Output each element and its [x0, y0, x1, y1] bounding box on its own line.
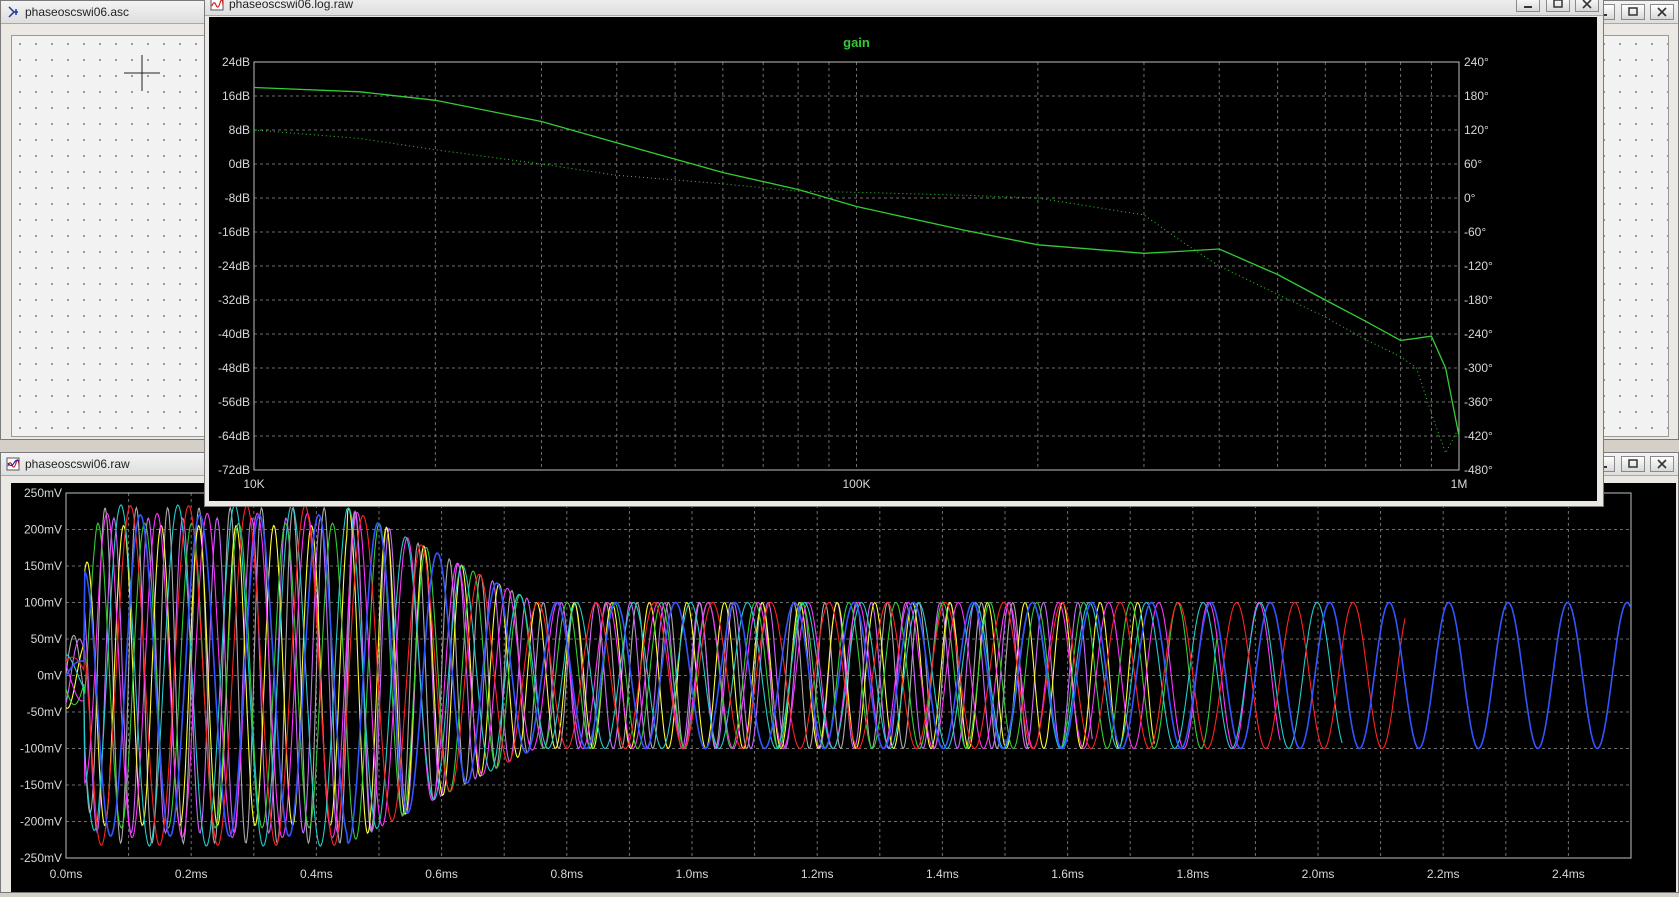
transient-x-tick-label: 0.4ms	[300, 867, 333, 881]
ac-y-left-tick-label: -32dB	[218, 293, 250, 307]
minimize-button[interactable]	[1516, 0, 1541, 12]
waveform-icon	[6, 457, 20, 471]
maximize-icon	[1627, 7, 1638, 16]
transient-y-tick-label: -50mV	[27, 705, 62, 719]
transient-y-tick-label: 200mV	[24, 523, 62, 537]
ac-x-tick-label: 10K	[243, 477, 264, 491]
maximize-button[interactable]	[1620, 456, 1645, 472]
transient-x-tick-label: 0.6ms	[425, 867, 458, 881]
waveform-icon	[210, 0, 224, 11]
ac-y-right-tick-label: 240°	[1464, 55, 1489, 69]
transient-plot[interactable]: 250mV 200mV 150mV 100mV 50mV 0mV -50mV -100mV -1…	[11, 483, 1676, 892]
ac-y-left-tick-label: -16dB	[218, 225, 250, 239]
transient-y-tick-label: -100mV	[20, 742, 62, 756]
transient-y-tick-label: 100mV	[24, 596, 62, 610]
schematic-icon	[8, 6, 18, 18]
transient-traces	[66, 504, 1631, 847]
transient-y-tick-label: -200mV	[20, 815, 62, 829]
close-button[interactable]	[1650, 456, 1674, 472]
ac-y-right-tick-label: -240°	[1464, 327, 1493, 341]
transient-y-tick-label: 150mV	[24, 559, 62, 573]
ac-y-left-tick-label: 0dB	[229, 157, 250, 171]
crosshair-cursor-icon	[124, 55, 160, 91]
ac-y-right-tick-label: 0°	[1464, 191, 1476, 205]
minimize-icon	[1524, 6, 1533, 8]
transient-y-tick-label: 250mV	[24, 486, 62, 500]
ac-plot-area[interactable]: 24dB 16dB 8dB 0dB -8dB -16dB -24dB -32dB -40dB -4…	[209, 17, 1597, 501]
ac-y-left-tick-label: -48dB	[218, 361, 250, 375]
close-icon	[1582, 0, 1592, 9]
ac-title: phaseoscswi06.log.raw	[229, 0, 354, 11]
ac-y-left-tick-label: -72dB	[218, 463, 250, 477]
transient-window[interactable]: phaseoscswi06.raw 250mV 200mV 150mV 100mV 50…	[0, 452, 1679, 893]
transient-x-tick-label: 1.4ms	[926, 867, 959, 881]
maximize-icon	[1552, 0, 1563, 8]
ac-y-left-tick-label: 24dB	[222, 55, 250, 69]
ac-x-tick-label: 1M	[1451, 477, 1468, 491]
ac-y-right-tick-label: -420°	[1464, 429, 1493, 443]
transient-x-tick-label: 1.0ms	[676, 867, 709, 881]
transient-x-tick-label: 0.8ms	[550, 867, 583, 881]
ac-window[interactable]: phaseoscswi06.log.raw 24dB 16dB 8dB 0dB -8dB…	[204, 0, 1604, 507]
transient-x-tick-label: 1.2ms	[801, 867, 834, 881]
ac-y-right-tick-label: -60°	[1464, 225, 1486, 239]
transient-x-tick-label: 2.2ms	[1427, 867, 1460, 881]
ac-y-left-tick-label: -40dB	[218, 327, 250, 341]
ac-titlebar[interactable]: phaseoscswi06.log.raw	[205, 0, 1603, 16]
ac-y-right-tick-label: 180°	[1464, 89, 1489, 103]
transient-title: phaseoscswi06.raw	[25, 457, 130, 471]
transient-x-tick-label: 2.0ms	[1302, 867, 1335, 881]
maximize-icon	[1627, 459, 1638, 468]
transient-y-tick-label: -150mV	[20, 778, 62, 792]
ac-y-right-tick-label: -300°	[1464, 361, 1493, 375]
transient-plot-area[interactable]: 250mV 200mV 150mV 100mV 50mV 0mV -50mV -100mV -1…	[11, 483, 1676, 892]
ac-y-left-tick-label: 16dB	[222, 89, 250, 103]
maximize-button[interactable]	[1620, 4, 1645, 20]
close-icon	[1657, 7, 1667, 17]
transient-y-tick-label: 0mV	[37, 669, 62, 683]
ac-y-left-tick-label: -56dB	[218, 395, 250, 409]
transient-x-tick-label: 1.8ms	[1176, 867, 1209, 881]
transient-x-tick-label: 0.2ms	[175, 867, 208, 881]
ac-y-right-tick-label: -120°	[1464, 259, 1493, 273]
transient-y-tick-label: 50mV	[31, 632, 62, 646]
ac-plot[interactable]: 24dB 16dB 8dB 0dB -8dB -16dB -24dB -32dB -40dB -4…	[209, 17, 1597, 501]
ac-y-left-tick-label: -8dB	[225, 191, 250, 205]
close-button[interactable]	[1575, 0, 1599, 12]
ac-y-left-tick-label: -24dB	[218, 259, 250, 273]
ac-trace-label[interactable]: gain	[843, 35, 870, 50]
close-icon	[1657, 459, 1667, 469]
transient-x-tick-label: 0.0ms	[50, 867, 83, 881]
ac-y-right-tick-label: 60°	[1464, 157, 1482, 171]
transient-y-tick-label: -250mV	[20, 851, 62, 865]
ac-y-left-tick-label: 8dB	[229, 123, 250, 137]
ac-y-right-tick-label: -180°	[1464, 293, 1493, 307]
ac-x-tick-label: 100K	[842, 477, 870, 491]
ac-y-right-tick-label: -360°	[1464, 395, 1493, 409]
maximize-button[interactable]	[1545, 0, 1570, 12]
ac-y-right-tick-label: -480°	[1464, 463, 1493, 477]
ac-y-right-tick-label: 120°	[1464, 123, 1489, 137]
transient-x-tick-label: 1.6ms	[1051, 867, 1084, 881]
transient-x-tick-label: 2.4ms	[1552, 867, 1585, 881]
close-button[interactable]	[1650, 4, 1674, 20]
ac-y-left-tick-label: -64dB	[218, 429, 250, 443]
ac-grid	[253, 61, 1460, 471]
schematic-title: phaseoscswi06.asc	[25, 5, 130, 19]
